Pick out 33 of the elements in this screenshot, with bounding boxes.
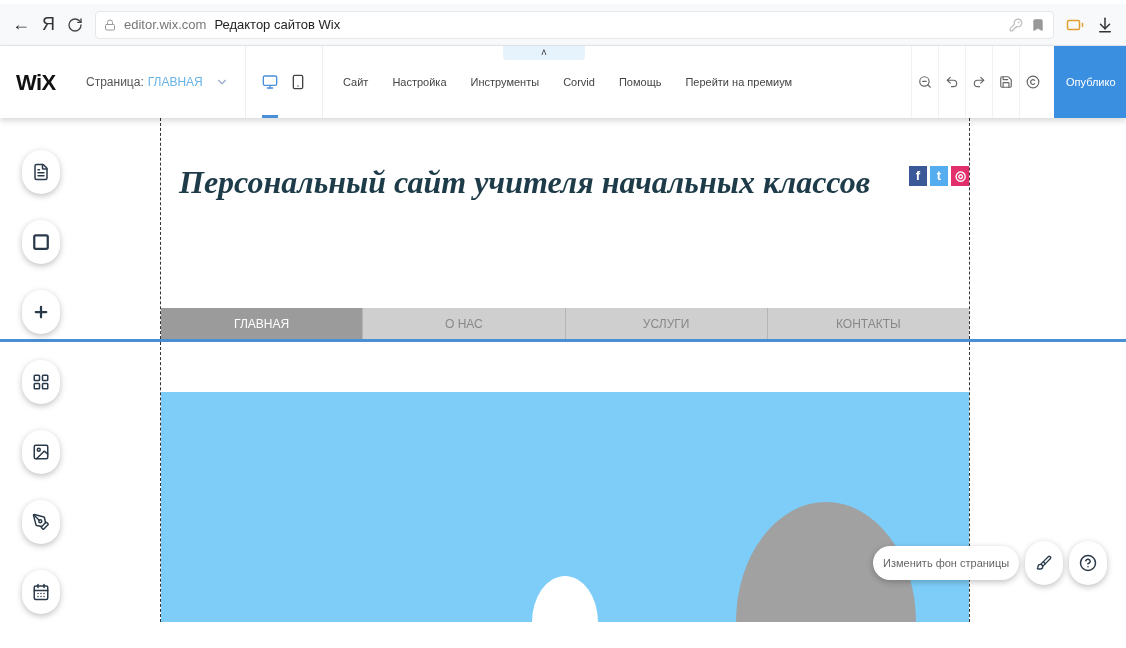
calendar-icon[interactable] <box>22 570 60 614</box>
phone-icon <box>290 74 306 90</box>
menu-item[interactable]: Помощь <box>618 73 662 91</box>
lock-icon <box>104 18 116 31</box>
menu-item[interactable]: Corvid <box>563 73 595 91</box>
help-icon[interactable] <box>1069 541 1108 585</box>
site-title: Персональный сайт учителя начальных классов <box>179 163 871 202</box>
menu-item[interactable]: Сайт <box>343 73 369 91</box>
menu-item[interactable]: Инструменты <box>470 73 540 91</box>
background-icon[interactable] <box>22 220 60 264</box>
add-icon[interactable] <box>22 290 60 334</box>
bookmark-icon[interactable] <box>1031 17 1045 32</box>
page-selector[interactable]: Страница: ГЛАВНАЯ <box>70 73 245 91</box>
social-icon[interactable]: f <box>909 166 927 186</box>
wix-logo[interactable]: WiX <box>0 65 70 99</box>
menu-item[interactable]: Настройка <box>392 73 447 91</box>
url-domain: editor.wix.com <box>124 15 207 34</box>
page-title: Редактор сайтов Wix <box>214 15 341 34</box>
collapse-tab[interactable]: ˄ <box>503 46 585 60</box>
back-button[interactable]: ← <box>12 11 30 38</box>
menu-item[interactable]: Перейти на премиум <box>685 73 793 91</box>
pages-icon[interactable] <box>22 150 60 194</box>
pen-icon[interactable] <box>22 500 60 544</box>
monitor-icon <box>262 74 278 90</box>
address-bar[interactable]: editor.wix.com Редактор сайтов Wix <box>95 10 1054 39</box>
change-background-button[interactable]: Изменить фон страницы <box>873 546 1020 580</box>
brush-icon[interactable] <box>1025 541 1064 585</box>
media-icon[interactable] <box>22 430 60 474</box>
apps-icon[interactable] <box>22 360 60 404</box>
yandex-button[interactable]: Я <box>42 11 55 38</box>
download-icon[interactable] <box>1096 15 1114 34</box>
reload-icon[interactable] <box>67 16 83 33</box>
social-icon[interactable]: ◎ <box>951 166 969 186</box>
